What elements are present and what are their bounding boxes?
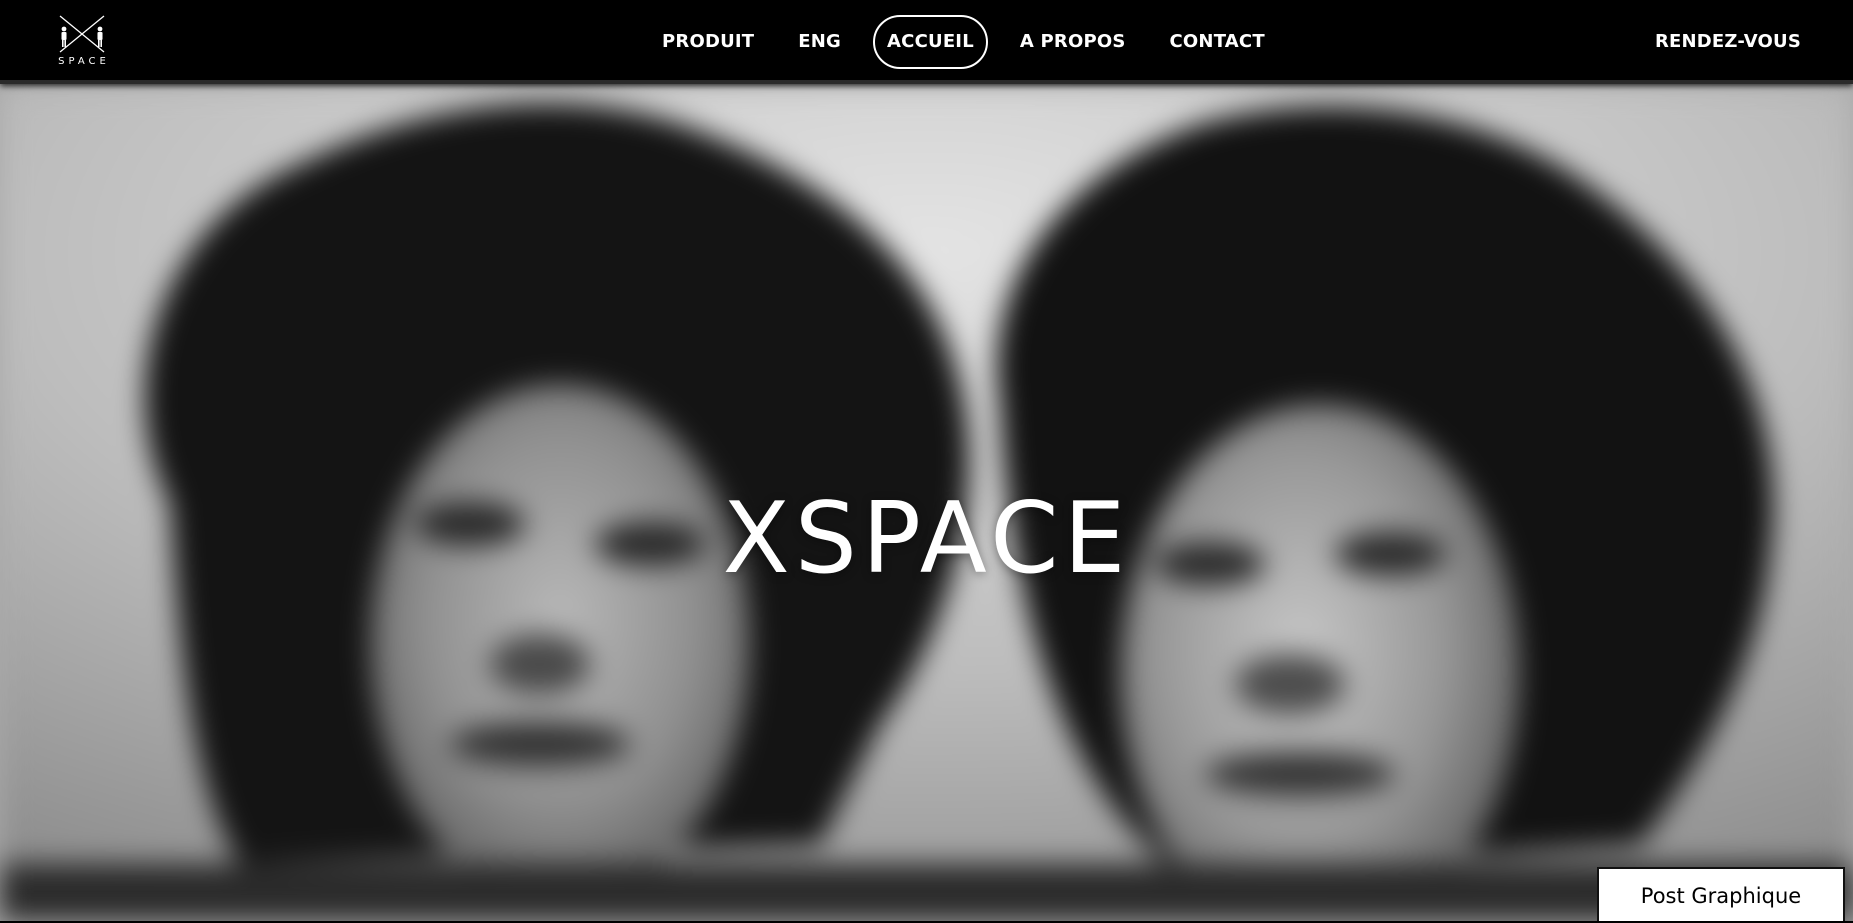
hero-title: XSPACE	[722, 481, 1131, 596]
hero-section: XSPACE	[0, 84, 1853, 921]
main-nav: PRODUIT ENG ACCUEIL A PROPOS CONTACT	[640, 14, 1287, 70]
nav-item-eng[interactable]: ENG	[786, 15, 853, 69]
nav-item-accueil[interactable]: ACCUEIL	[873, 15, 988, 69]
appointment-link[interactable]: RENDEZ-VOUS	[1655, 14, 1801, 70]
logo-wordmark: SPACE	[58, 56, 110, 67]
site-logo[interactable]: SPACE	[44, 14, 120, 72]
nav-item-produit[interactable]: PRODUIT	[650, 15, 766, 69]
top-navigation-bar: SPACE PRODUIT ENG ACCUEIL A PROPOS CONTA…	[0, 0, 1853, 84]
nav-item-contact[interactable]: CONTACT	[1158, 15, 1277, 69]
x-figures-logo-icon	[59, 15, 105, 53]
post-graphique-badge[interactable]: Post Graphique	[1597, 867, 1845, 921]
nav-item-a-propos[interactable]: A PROPOS	[1008, 15, 1138, 69]
